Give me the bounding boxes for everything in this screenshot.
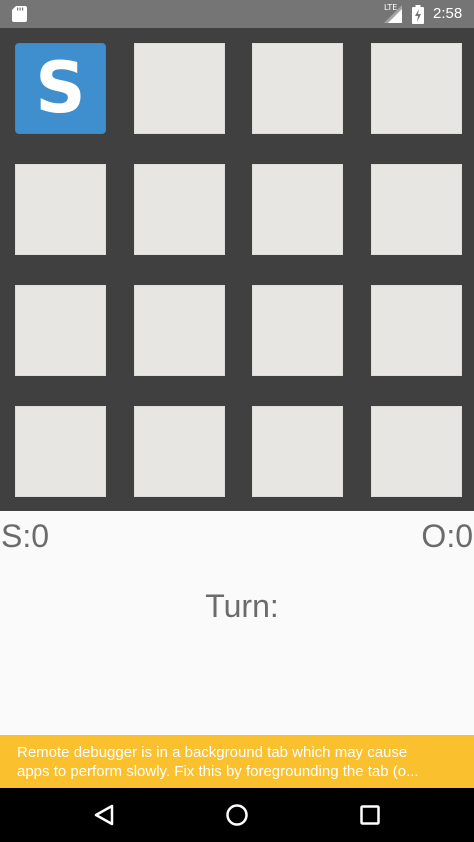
board-cell-r1-c3[interactable] [252, 43, 343, 134]
board-cell-r3-c2[interactable] [134, 285, 225, 376]
home-icon[interactable] [221, 799, 253, 831]
status-bar: LTE 2:58 [0, 0, 474, 28]
board-cell-r2-c1[interactable] [15, 164, 106, 255]
board-cell-r4-c3[interactable] [252, 406, 343, 497]
board-cell-r4-c4[interactable] [371, 406, 462, 497]
navigation-bar [0, 788, 474, 842]
board-cell-r2-c4[interactable] [371, 164, 462, 255]
board-cell-r2-c3[interactable] [252, 164, 343, 255]
board-cell-r4-c1[interactable] [15, 406, 106, 497]
board-cell-r1-c2[interactable] [134, 43, 225, 134]
board-cell-r1-c1[interactable]: S [15, 43, 106, 134]
turn-label: Turn: [205, 588, 279, 624]
game-board: S [0, 28, 474, 511]
board-cell-r1-c4[interactable] [371, 43, 462, 134]
status-clock: 2:58 [433, 5, 463, 22]
network-type-label: LTE [384, 3, 398, 12]
cell-mark: S [35, 47, 86, 129]
battery-charging-icon [412, 5, 424, 24]
banner-text-line-2: apps to perform slowly. Fix this by fore… [17, 763, 419, 780]
back-icon[interactable] [88, 799, 120, 831]
sd-card-icon [12, 6, 27, 22]
board-cell-r2-c2[interactable] [134, 164, 225, 255]
board-cell-r4-c2[interactable] [134, 406, 225, 497]
score-s: S:0 [1, 518, 50, 554]
debugger-warning-banner[interactable]: Remote debugger is in a background tab w… [0, 735, 474, 788]
board-cell-r3-c1[interactable] [15, 285, 106, 376]
board-cell-r3-c4[interactable] [371, 285, 462, 376]
recents-icon[interactable] [354, 799, 386, 831]
board-cell-r3-c3[interactable] [252, 285, 343, 376]
score-o: O:0 [421, 518, 473, 554]
banner-text-line-1: Remote debugger is in a background tab w… [17, 744, 408, 761]
app-screen: LTE 2:58 S S:0 O:0 Turn: Remote debugger… [0, 0, 474, 842]
